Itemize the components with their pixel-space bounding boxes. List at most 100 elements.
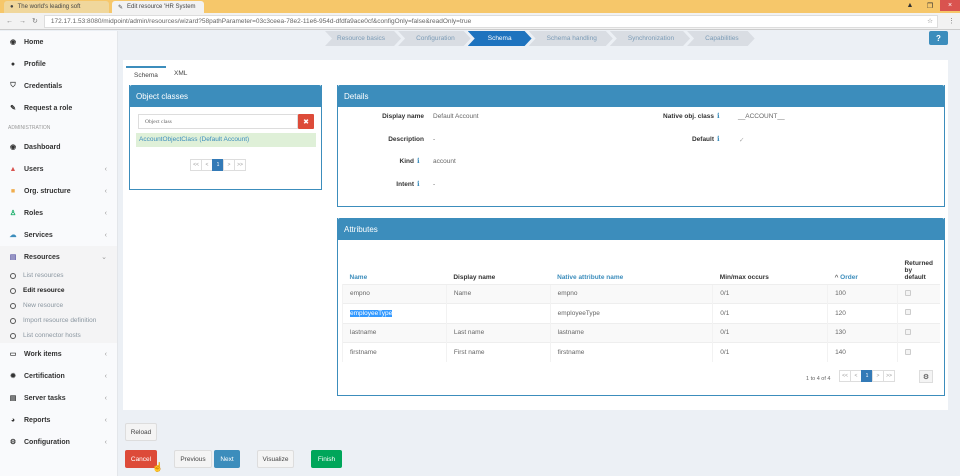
sidebar-item-org-structure[interactable]: ■ Org. structure ‹ — [0, 180, 117, 202]
display-name-label: Display name — [382, 113, 424, 120]
sidebar-subitem-import-resource[interactable]: Import resource definition — [0, 313, 117, 328]
chevron-left-icon: ‹ — [104, 165, 107, 173]
sidebar-subitem-new-resource[interactable]: New resource — [0, 298, 117, 313]
returned-by-default-checkbox[interactable] — [904, 328, 911, 335]
returned-by-default-checkbox[interactable] — [904, 289, 911, 296]
default-checkbox[interactable]: ✓ — [739, 136, 744, 144]
circle-icon — [10, 287, 16, 294]
object-class-search-input[interactable]: Object class — [138, 114, 298, 129]
circle-icon — [10, 332, 16, 339]
sidebar-item-resources[interactable]: ▤ Resources ⌄ — [0, 246, 117, 268]
info-icon[interactable]: ℹ — [417, 180, 420, 188]
url-input[interactable]: 172.17.1.53:8080/midpoint/admin/resource… — [43, 14, 938, 28]
column-min-max: Min/max occurs — [719, 273, 769, 281]
table-cell: Last name — [445, 322, 551, 343]
step-synchronization[interactable]: Synchronization — [610, 31, 690, 46]
step-schema[interactable]: Schema — [468, 31, 532, 46]
mouse-cursor-icon: ☝ — [152, 462, 164, 472]
column-native-name[interactable]: Native attribute name — [550, 244, 713, 284]
returned-by-default-checkbox[interactable] — [904, 309, 911, 316]
sidebar-item-request-role[interactable]: ✎ Request a role — [0, 97, 117, 119]
user-icon[interactable]: ▲ — [900, 0, 920, 11]
table-cell: lastname — [342, 322, 447, 343]
sidebar-item-dashboard[interactable]: ◉ Dashboard — [0, 136, 117, 158]
table-settings-button[interactable]: ⚙ — [919, 370, 933, 383]
dashboard-icon: ◉ — [9, 39, 17, 46]
next-button[interactable]: Next — [214, 450, 240, 468]
tasks-icon: ▤ — [9, 395, 17, 402]
tab-xml[interactable]: XML — [166, 66, 195, 81]
menu-icon[interactable]: ⋮ — [948, 17, 955, 25]
clear-search-button[interactable]: ✖ — [298, 114, 314, 129]
table-cell: lastname — [549, 322, 713, 343]
sidebar-subitem-edit-resource[interactable]: Edit resource — [0, 283, 117, 298]
help-button[interactable]: ? — [929, 31, 948, 45]
user-icon: ● — [10, 60, 16, 68]
restore-icon[interactable]: ❐ — [920, 0, 940, 11]
sidebar-item-credentials[interactable]: ⛉ Credentials — [0, 75, 117, 97]
sidebar-subitem-list-resources[interactable]: List resources — [0, 268, 117, 283]
object-classes-box: Object classes Object class ✖ AccountObj… — [129, 85, 322, 190]
object-class-item[interactable]: AccountObjectClass (Default Account) — [136, 133, 316, 147]
star-icon[interactable]: ☆ — [927, 17, 933, 25]
sidebar-item-roles[interactable]: ♙ Roles ‹ — [0, 202, 117, 224]
native-obj-class-value: __ACCOUNT__ — [738, 113, 785, 120]
visualize-button[interactable]: Visualize — [257, 450, 294, 468]
wizard-steps: Resource basics Configuration Schema Sch… — [325, 31, 752, 46]
browser-tab-active[interactable]: ✎ Edit resource 'HR System — [112, 1, 204, 13]
step-resource-basics[interactable]: Resource basics — [325, 31, 401, 46]
reload-icon[interactable]: ↻ — [32, 17, 38, 25]
attributes-table: Name Display name Native attribute name … — [342, 244, 940, 362]
column-order[interactable]: ^ Order — [828, 244, 898, 284]
sidebar-item-server-tasks[interactable]: ▤ Server tasks ‹ — [0, 387, 117, 409]
close-icon: ✖ — [303, 118, 309, 126]
forward-icon[interactable]: → — [19, 18, 26, 25]
column-name[interactable]: Name — [343, 244, 447, 284]
finish-button[interactable]: Finish — [311, 450, 342, 468]
returned-by-default-checkbox[interactable] — [904, 348, 911, 355]
sidebar-item-services[interactable]: ☁ Services ‹ — [0, 224, 117, 246]
tab-schema[interactable]: Schema — [126, 66, 166, 83]
sidebar-item-reports[interactable]: ◕ Reports ‹ — [0, 409, 117, 431]
sidebar-subitem-list-connector-hosts[interactable]: List connector hosts — [0, 328, 117, 343]
circle-icon — [10, 317, 16, 324]
gear-icon: ⚙ — [9, 439, 17, 446]
description-label: Description — [388, 136, 424, 143]
selected-text: employeeType — [350, 309, 393, 317]
window-controls: ▲ ❐ × — [900, 0, 960, 11]
step-schema-handling[interactable]: Schema handling — [529, 31, 613, 46]
display-name-value: Default Account — [433, 113, 479, 120]
table-row[interactable]: empno Name empno 0/1 100 — [342, 283, 940, 304]
table-row[interactable]: lastname Last name lastname 0/1 130 — [342, 322, 940, 343]
close-icon[interactable]: × — [940, 0, 960, 11]
sidebar-item-users[interactable]: ▲ Users ‹ — [0, 158, 117, 180]
pager-last[interactable]: >> — [883, 370, 895, 382]
table-row[interactable]: firstname First name firstname 0/1 140 — [342, 342, 940, 362]
attributes-title: Attributes — [338, 218, 944, 240]
role-icon: ♙ — [9, 210, 17, 217]
sidebar-item-work-items[interactable]: ▭ Work items ‹ — [0, 343, 117, 365]
attributes-pager: << <1 > >> — [839, 370, 895, 382]
sidebar-item-home[interactable]: ◉ Home — [0, 31, 117, 53]
table-cell: 130 — [827, 322, 898, 343]
table-cell: empno — [549, 283, 713, 304]
reload-button[interactable]: Reload — [125, 423, 157, 441]
info-icon[interactable]: ℹ — [417, 157, 420, 165]
browser-tab[interactable]: ● The world's leading soft — [4, 1, 109, 13]
chevron-down-icon: ⌄ — [101, 254, 107, 261]
chevron-left-icon: ‹ — [104, 416, 107, 424]
table-cell: empno — [342, 283, 447, 304]
step-configuration[interactable]: Configuration — [398, 31, 471, 46]
pager-last[interactable]: >> — [234, 159, 246, 171]
table-cell: 0/1 — [712, 322, 828, 343]
info-icon[interactable]: ℹ — [717, 112, 720, 120]
sidebar-item-profile[interactable]: ● Profile — [0, 53, 117, 75]
sidebar-item-certification[interactable]: ✹ Certification ‹ — [0, 365, 117, 387]
sidebar-item-configuration[interactable]: ⚙ Configuration ‹ — [0, 431, 117, 453]
step-capabilities[interactable]: Capabilities — [687, 31, 755, 46]
previous-button[interactable]: Previous — [174, 450, 212, 468]
back-icon[interactable]: ← — [6, 18, 13, 25]
shield-icon: ⛉ — [10, 82, 16, 89]
table-row[interactable]: employeeType employeeType 0/1 120 — [342, 303, 940, 323]
info-icon[interactable]: ℹ — [717, 135, 720, 143]
